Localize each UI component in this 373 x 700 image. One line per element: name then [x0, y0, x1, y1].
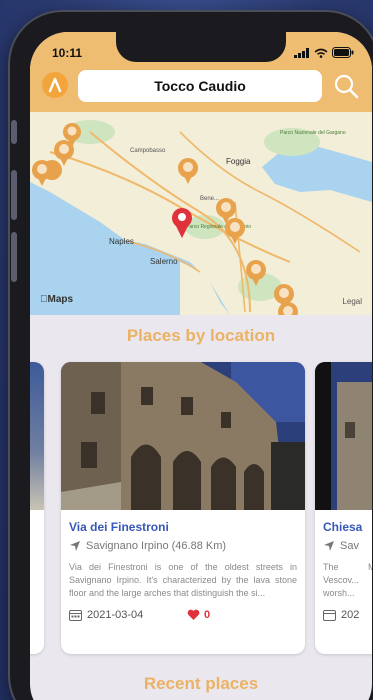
phone-frame: 10:11 Tocco Caudio Naples Salerno Foggia… — [8, 10, 373, 700]
map-view[interactable]: Naples Salerno Foggia Campobasso Bene...… — [30, 112, 372, 315]
search-icon[interactable] — [332, 72, 360, 100]
volume-down-button — [11, 232, 17, 282]
map-label-naples: Naples — [109, 237, 134, 246]
notch — [116, 32, 286, 62]
place-card-next[interactable]: Chiesa Sav The M... Vescov... worsh... i… — [315, 362, 372, 654]
recent-places-title: Recent places — [143, 674, 259, 693]
maps-credit: Maps — [40, 294, 73, 305]
status-icons — [294, 47, 354, 58]
wifi-icon — [314, 48, 328, 58]
status-time: 10:11 — [52, 46, 83, 60]
calendar-icon — [69, 610, 82, 621]
map-label-benevento: Bene... — [200, 196, 219, 202]
volume-up-button — [11, 170, 17, 220]
next-place-date-text: 202 — [341, 609, 360, 621]
location-title[interactable]: Tocco Caudio — [78, 70, 322, 102]
screen: 10:11 Tocco Caudio Naples Salerno Foggia… — [30, 32, 372, 700]
place-card-image — [61, 362, 305, 510]
place-date: 2021-03-04 — [69, 609, 143, 621]
next-place-title[interactable]: Chiesa — [323, 520, 362, 534]
map-label-foggia: Foggia — [226, 157, 251, 166]
place-card-previous[interactable] — [30, 362, 44, 654]
place-location: Savignano Irpino (46.88 Km) — [69, 540, 226, 552]
mute-switch — [11, 120, 17, 144]
navigation-arrow-icon — [70, 541, 80, 551]
place-description: Via dei Finestroni is one of the oldest … — [69, 562, 297, 598]
next-card-image — [315, 362, 372, 510]
battery-icon — [332, 47, 354, 58]
map-label-gargano: Parco Nazionale del Gargano — [280, 130, 346, 136]
navigation-arrow-icon — [324, 541, 334, 551]
signal-icon — [294, 47, 309, 58]
app-logo-icon[interactable] — [42, 72, 68, 98]
place-location-text: Savignano Irpino (46.88 Km) — [86, 540, 227, 552]
place-card[interactable]: Via dei Finestroni Savignano Irpino (46.… — [61, 362, 305, 654]
next-place-date: 202 — [323, 609, 359, 621]
place-likes-count: 0 — [204, 609, 211, 621]
next-place-description: The M... Vescov... worsh... inhabit... — [323, 562, 372, 598]
place-title[interactable]: Via dei Finestroni — [69, 520, 169, 534]
next-place-location: Sav — [323, 540, 359, 552]
apple-icon:  — [40, 294, 48, 305]
map-label-campobasso: Campobasso — [130, 148, 166, 154]
calendar-icon — [323, 610, 336, 621]
heart-icon[interactable] — [187, 609, 200, 621]
legal-link[interactable]: Legal — [342, 297, 362, 306]
next-place-location-text: Sav — [340, 540, 359, 552]
place-likes[interactable]: 0 — [187, 609, 210, 621]
map-canvas[interactable]: Naples Salerno Foggia Campobasso Bene...… — [30, 112, 372, 315]
places-by-location-title: Places by location — [126, 326, 276, 345]
map-label-salerno: Salerno — [150, 257, 178, 266]
place-date-text: 2021-03-04 — [87, 609, 144, 621]
